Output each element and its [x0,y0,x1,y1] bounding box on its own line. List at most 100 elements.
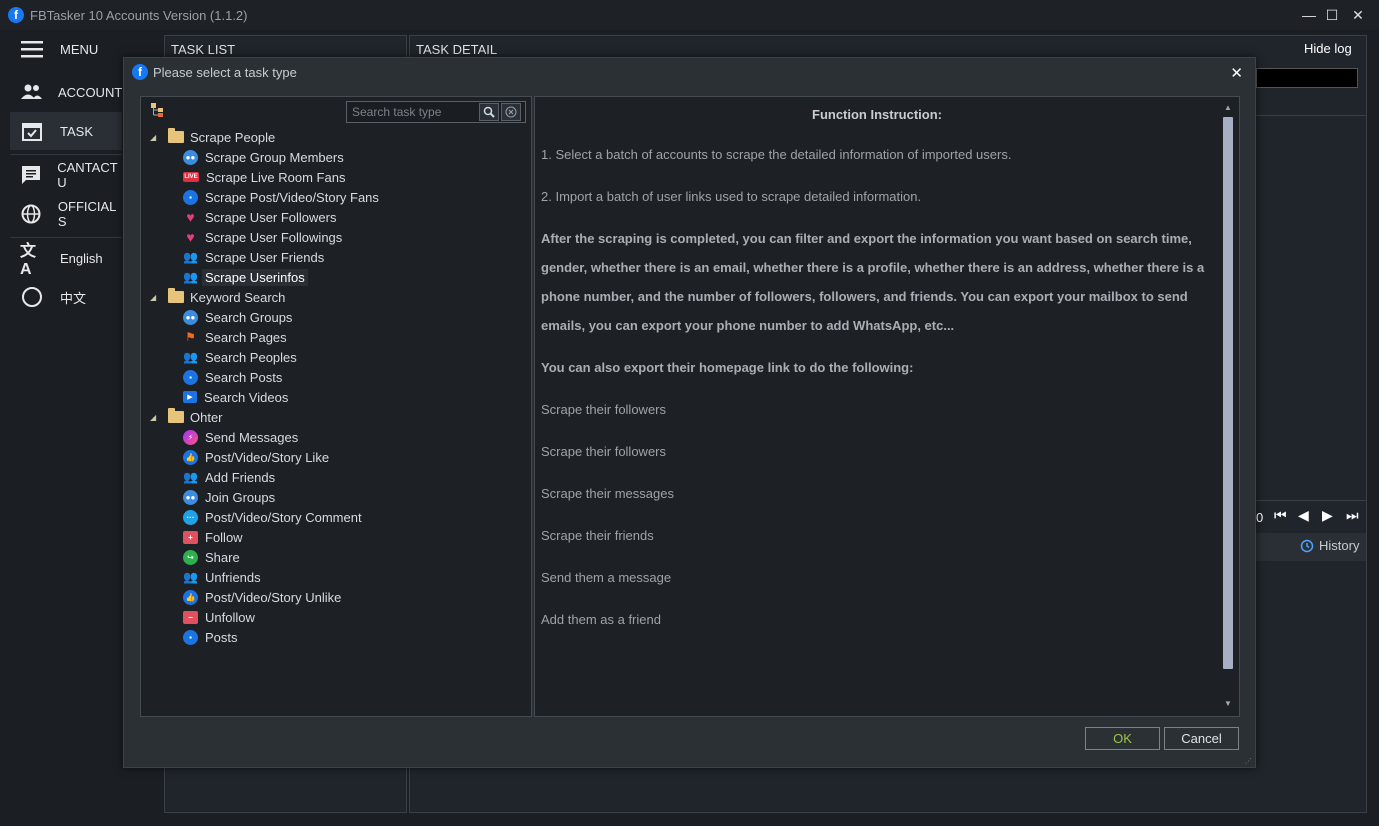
sidebar-item-menu[interactable]: MENU [10,30,122,68]
clear-search-icon[interactable] [501,103,521,121]
friends-icon: 👥 [183,350,198,364]
tree-item-search-videos[interactable]: ▶ Search Videos [141,387,531,407]
tree-item-search-peoples[interactable]: 👥 Search Peoples [141,347,531,367]
tree-group-keyword-search[interactable]: ◢ Keyword Search [141,287,531,307]
task-tree-panel: ◢ Scrape People ●● Scrape Group Members … [140,96,532,717]
history-button[interactable]: History [1300,538,1359,553]
instruction-list-item: Scrape their followers [541,402,666,417]
scroll-down-icon[interactable]: ▼ [1223,699,1233,709]
tree-item-scrape-live-room-fans[interactable]: LIVE Scrape Live Room Fans [141,167,531,187]
tree-group-other[interactable]: ◢ Ohter [141,407,531,427]
tree-item-add-friends[interactable]: 👥 Add Friends [141,467,531,487]
comment-icon: ··· [183,509,198,525]
tree-item-search-posts[interactable]: ▪ Search Posts [141,367,531,387]
search-icon[interactable] [479,103,499,121]
hide-log-button[interactable]: Hide log [1304,41,1352,56]
tree-item-label: Search Groups [205,309,293,325]
facebook-logo-icon: f [132,64,148,80]
pager-count: 0 [1256,510,1264,525]
dialog-close-button[interactable]: ✕ [1230,64,1243,82]
tree-item-label: Scrape Live Room Fans [206,169,346,185]
sidebar-item-chinese[interactable]: 中文 [10,278,122,316]
next-page-icon[interactable]: ▶ [1322,507,1333,524]
folder-icon [168,288,184,303]
first-page-icon[interactable]: ⏮ [1274,507,1287,524]
resize-grip-icon[interactable]: ⋰ [1245,757,1253,765]
tree-item-join-groups[interactable]: ●● Join Groups [141,487,531,507]
video-icon: ▶ [183,391,197,403]
instruction-content: Function Instruction: 1. Select a batch … [535,97,1219,716]
tree-group-scrape-people[interactable]: ◢ Scrape People [141,127,531,147]
tree-item-label: Scrape User Followers [205,209,337,225]
tree-item-label: Post/Video/Story Unlike [205,589,342,605]
tree-item-label: Scrape Userinfos [202,268,308,286]
collapse-arrow-icon[interactable]: ◢ [150,133,160,142]
tree-item-scrape-post-fans[interactable]: ▪ Scrape Post/Video/Story Fans [141,187,531,207]
instruction-subheading: You can also export their homepage link … [541,360,914,375]
tree-item-label: Unfriends [205,569,261,585]
collapse-arrow-icon[interactable]: ◢ [150,413,160,422]
tree-item-unfriends[interactable]: 👥 Unfriends [141,567,531,587]
ok-button[interactable]: OK [1085,727,1160,750]
scrollbar-thumb[interactable] [1223,117,1233,669]
instruction-list-item: Add them as a friend [541,612,661,627]
close-window-button[interactable]: ✕ [1345,0,1371,30]
background-divider [1256,500,1366,501]
tree-item-share[interactable]: ↪ Share [141,547,531,567]
background-divider [1256,115,1366,116]
tree-item-search-groups[interactable]: ●● Search Groups [141,307,531,327]
tree-item-unfollow[interactable]: − Unfollow [141,607,531,627]
tree-item-label: Search Pages [205,329,287,345]
tree-item-follow[interactable]: + Follow [141,527,531,547]
sidebar-item-label: ACCOUNT [58,84,123,100]
post-icon: ▪ [183,629,198,645]
group-icon: ●● [183,489,198,505]
tree-item-scrape-user-followings[interactable]: ♥ Scrape User Followings [141,227,531,247]
tree-item-label: Send Messages [205,429,299,445]
dialog-titlebar: f Please select a task type [124,58,1255,86]
tree-item-scrape-group-members[interactable]: ●● Scrape Group Members [141,147,531,167]
maximize-button[interactable]: ☐ [1319,0,1345,30]
tree-item-post-comment[interactable]: ··· Post/Video/Story Comment [141,507,531,527]
tree-item-post-like[interactable]: 👍 Post/Video/Story Like [141,447,531,467]
tree-item-posts[interactable]: ▪ Posts [141,627,531,647]
cancel-button[interactable]: Cancel [1164,727,1239,750]
prev-page-icon[interactable]: ◀ [1298,507,1309,524]
sidebar-item-label: TASK [60,123,93,139]
instruction-list-item: Scrape their messages [541,486,674,501]
friends-icon: 👥 [183,270,198,284]
function-instruction-panel: Function Instruction: 1. Select a batch … [534,96,1240,717]
tree-item-label: Post/Video/Story Like [205,449,330,465]
collapse-arrow-icon[interactable]: ◢ [150,293,160,302]
scroll-up-icon[interactable]: ▲ [1223,103,1233,113]
tree-item-label: Join Groups [205,489,276,505]
sidebar-item-task[interactable]: TASK [10,112,122,150]
sidebar-item-account[interactable]: ACCOUNT [10,73,122,111]
sidebar: MENU ACCOUNT TASK CANTACT U OFFICIAL S 文… [0,30,122,826]
group-icon: ●● [183,309,198,325]
tree-expand-icon[interactable] [151,103,165,117]
task-search-input[interactable] [347,105,477,119]
tree-item-send-messages[interactable]: ⚡ Send Messages [141,427,531,447]
background-search-input[interactable] [1256,68,1358,88]
sidebar-item-english[interactable]: 文A English [10,239,122,278]
instruction-scrollbar[interactable]: ▲ ▼ [1219,101,1237,712]
tree-item-label: Scrape User Followings [205,229,343,245]
sidebar-item-official[interactable]: OFFICIAL S [10,195,122,233]
tree-item-search-pages[interactable]: ⚑ Search Pages [141,327,531,347]
tree-item-scrape-user-friends[interactable]: 👥 Scrape User Friends [141,247,531,267]
tree-item-label: Follow [205,529,243,545]
tree-item-label: Search Peoples [205,349,297,365]
sidebar-item-contact[interactable]: CANTACT U [10,156,122,194]
instruction-step-2: 2. Import a batch of user links used to … [541,189,922,204]
folder-icon [168,408,184,423]
calendar-check-icon [20,119,44,143]
flag-icon: ⚑ [185,330,196,344]
tree-item-post-unlike[interactable]: 👍 Post/Video/Story Unlike [141,587,531,607]
last-page-icon[interactable]: ⏭ [1346,507,1359,524]
tree-item-scrape-user-followers[interactable]: ♥ Scrape User Followers [141,207,531,227]
tree-item-label: Scrape Post/Video/Story Fans [205,189,379,205]
tree-item-scrape-userinfos[interactable]: 👥 Scrape Userinfos [141,267,531,287]
tree-item-label: Search Videos [204,389,289,405]
tree-group-label: Ohter [190,409,223,425]
